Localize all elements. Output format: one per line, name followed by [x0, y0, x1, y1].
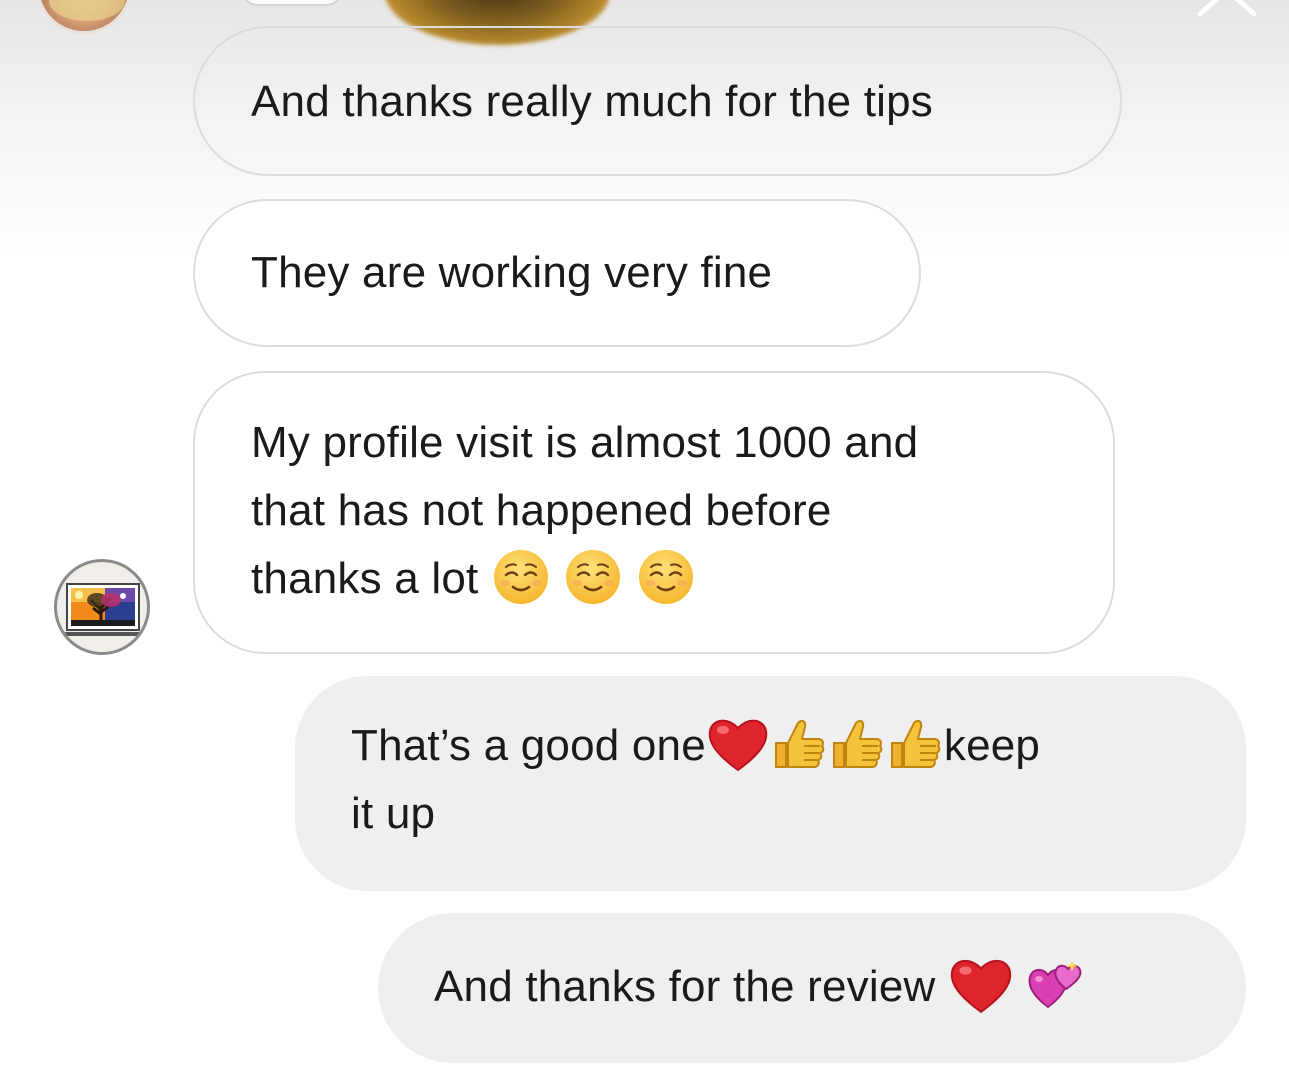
close-icon[interactable]: [1196, 0, 1258, 16]
message-text: keep: [943, 721, 1041, 770]
thumbs-up-icon: [886, 715, 944, 773]
message-text-line: That’s a good one keep: [351, 712, 1206, 780]
message-bubble-sent[interactable]: That’s a good one keep it up: [295, 676, 1246, 891]
message-text: My profile visit is almost 1000 and: [251, 418, 919, 467]
previous-message-edge: [240, 0, 344, 6]
two-hearts-icon: [1026, 955, 1086, 1015]
message-text: They are working very fine: [251, 248, 773, 297]
message-bubble-received[interactable]: They are working very fine: [193, 199, 921, 347]
message-text-line: thanks a lot: [251, 545, 1073, 613]
smiling-face-icon: [636, 547, 696, 607]
avatar-painting-image: [65, 583, 141, 636]
red-heart-icon: [948, 954, 1014, 1016]
avatar-image: [49, 0, 125, 21]
red-heart-icon: [706, 714, 770, 774]
message-text: That’s a good one: [351, 721, 706, 770]
smiling-face-icon: [563, 547, 623, 607]
message-text: thanks a lot: [251, 554, 479, 603]
smiling-face-icon: [491, 547, 551, 607]
message-text-line: And thanks for the review: [434, 953, 1246, 1021]
sender-avatar[interactable]: [54, 559, 150, 655]
message-bubble-sent[interactable]: And thanks for the review: [378, 913, 1246, 1063]
message-text: And thanks for the review: [434, 962, 936, 1011]
message-text: And thanks really much for the tips: [251, 77, 933, 126]
message-text: that has not happened before: [251, 486, 832, 535]
message-bubble-received[interactable]: And thanks really much for the tips: [193, 26, 1122, 176]
message-text: it up: [351, 789, 436, 838]
thumbs-up-icon: [770, 715, 828, 773]
message-bubble-received[interactable]: My profile visit is almost 1000 and that…: [193, 371, 1115, 654]
thumbs-up-icon: [828, 715, 886, 773]
